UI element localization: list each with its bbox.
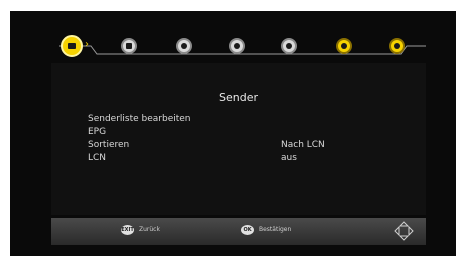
settings-icon[interactable] [336, 38, 352, 54]
globe-icon[interactable] [281, 38, 297, 54]
active-tab-chevron-icon: › [85, 39, 89, 50]
back-label: Zurück [139, 226, 160, 233]
ok-key-icon: OK [241, 225, 254, 235]
panel-title: Sender [219, 91, 258, 104]
menu-item-lcn[interactable]: LCN [88, 153, 106, 163]
lcn-value[interactable]: aus [281, 153, 297, 163]
timer-icon[interactable] [229, 38, 245, 54]
exit-key-icon: EXIT [121, 225, 134, 235]
navigation-dpad-icon [394, 221, 414, 241]
sort-value[interactable]: Nach LCN [281, 140, 325, 150]
top-menu-bar: › [51, 32, 426, 60]
picture-icon[interactable] [121, 38, 137, 54]
channel-menu-panel: Sender Senderliste bearbeiten EPG Sortie… [51, 63, 426, 215]
menu-item-edit-channel-list[interactable]: Senderliste bearbeiten [88, 114, 191, 124]
channel-list-icon[interactable] [61, 35, 83, 57]
search-icon[interactable] [176, 38, 192, 54]
menu-item-epg[interactable]: EPG [88, 127, 106, 137]
confirm-label: Bestätigen [259, 226, 292, 233]
satellite-icon[interactable] [389, 38, 405, 54]
footer-hint-bar: EXIT Zurück OK Bestätigen [51, 218, 426, 245]
menu-item-sort[interactable]: Sortieren [88, 140, 129, 150]
